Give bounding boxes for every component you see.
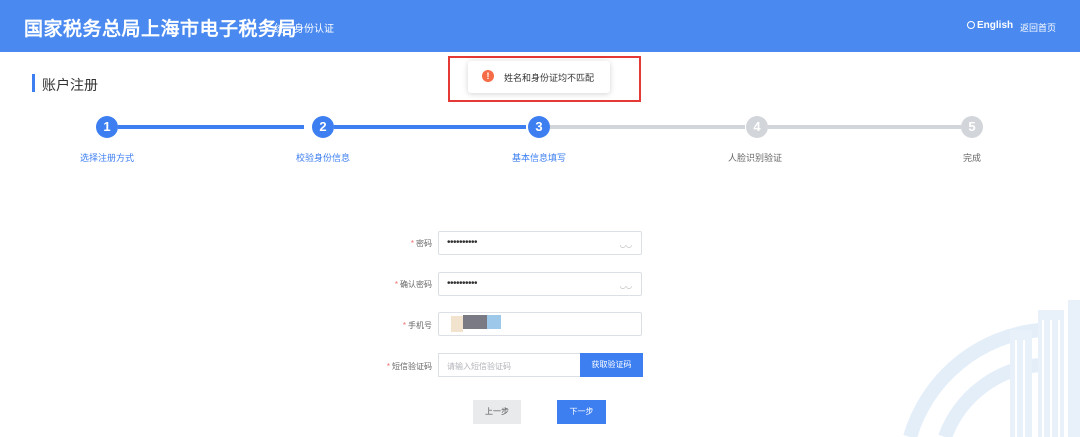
error-toast: ! 姓名和身份证均不匹配 bbox=[468, 61, 610, 93]
step-5-circle: 5 bbox=[961, 116, 983, 138]
step-3-label: 基本信息填写 bbox=[511, 153, 567, 163]
redacted-phone-block bbox=[451, 316, 463, 332]
language-switch[interactable]: English bbox=[967, 20, 1013, 31]
sms-code-placeholder: 请输入短信验证码 bbox=[447, 362, 511, 371]
sms-code-field[interactable]: 请输入短信验证码 bbox=[438, 353, 580, 377]
step-2-label: 校验身份信息 bbox=[295, 153, 351, 163]
step-connector-3 bbox=[550, 125, 745, 129]
sms-code-label-text: 短信验证码 bbox=[392, 362, 432, 371]
eye-hidden-icon[interactable]: ◡◡ bbox=[620, 241, 632, 249]
phone-field[interactable] bbox=[438, 312, 642, 336]
password-value: •••••••••• bbox=[447, 237, 478, 248]
warning-icon: ! bbox=[482, 70, 494, 82]
language-label: English bbox=[977, 20, 1014, 31]
toast-message: 姓名和身份证均不匹配 bbox=[504, 73, 595, 83]
confirm-password-value: •••••••••• bbox=[447, 278, 478, 289]
step-1-circle: 1 bbox=[96, 116, 118, 138]
phone-label-text: 手机号 bbox=[408, 321, 432, 330]
step-4-label: 人脸识别验证 bbox=[727, 153, 783, 163]
step-3-circle: 3 bbox=[528, 116, 550, 138]
registration-page: 国家税务总局上海市电子税务局 统一身份认证 English 返回首页 账户注册 … bbox=[0, 0, 1080, 437]
previous-step-button[interactable]: 上一步 bbox=[473, 400, 521, 424]
password-field[interactable]: •••••••••• ◡◡ bbox=[438, 231, 642, 255]
step-connector-2 bbox=[334, 125, 526, 129]
next-step-button[interactable]: 下一步 bbox=[557, 400, 606, 424]
page-title: 账户注册 bbox=[42, 77, 98, 93]
top-header: 国家税务总局上海市电子税务局 统一身份认证 English 返回首页 bbox=[0, 0, 1080, 52]
step-5-label: 完成 bbox=[962, 153, 982, 163]
confirm-password-field[interactable]: •••••••••• ◡◡ bbox=[438, 272, 642, 296]
eye-hidden-icon[interactable]: ◡◡ bbox=[620, 282, 632, 290]
site-brand[interactable]: 国家税务总局上海市电子税务局 bbox=[24, 14, 297, 41]
redacted-phone-block bbox=[487, 315, 501, 329]
step-connector-1 bbox=[118, 125, 304, 129]
redacted-phone-block bbox=[463, 315, 487, 329]
title-accent-bar bbox=[32, 74, 35, 92]
brand-divider bbox=[265, 19, 266, 32]
step-4-circle: 4 bbox=[746, 116, 768, 138]
step-2-circle: 2 bbox=[312, 116, 334, 138]
site-subtitle: 统一身份认证 bbox=[274, 24, 334, 35]
sms-code-label: * 短信验证码 bbox=[386, 362, 432, 371]
password-label-text: 密码 bbox=[416, 239, 432, 248]
phone-label: * 手机号 bbox=[402, 321, 432, 330]
step-1-label: 选择注册方式 bbox=[79, 153, 135, 163]
home-link[interactable]: 返回首页 bbox=[1020, 21, 1056, 34]
globe-icon bbox=[967, 21, 975, 29]
get-sms-code-button[interactable]: 获取验证码 bbox=[580, 353, 643, 377]
step-connector-4 bbox=[768, 125, 961, 129]
password-label: * 密码 bbox=[410, 239, 432, 248]
confirm-password-label: * 确认密码 bbox=[394, 280, 432, 289]
tax-logo-watermark-icon bbox=[903, 300, 1080, 437]
confirm-password-label-text: 确认密码 bbox=[400, 280, 432, 289]
